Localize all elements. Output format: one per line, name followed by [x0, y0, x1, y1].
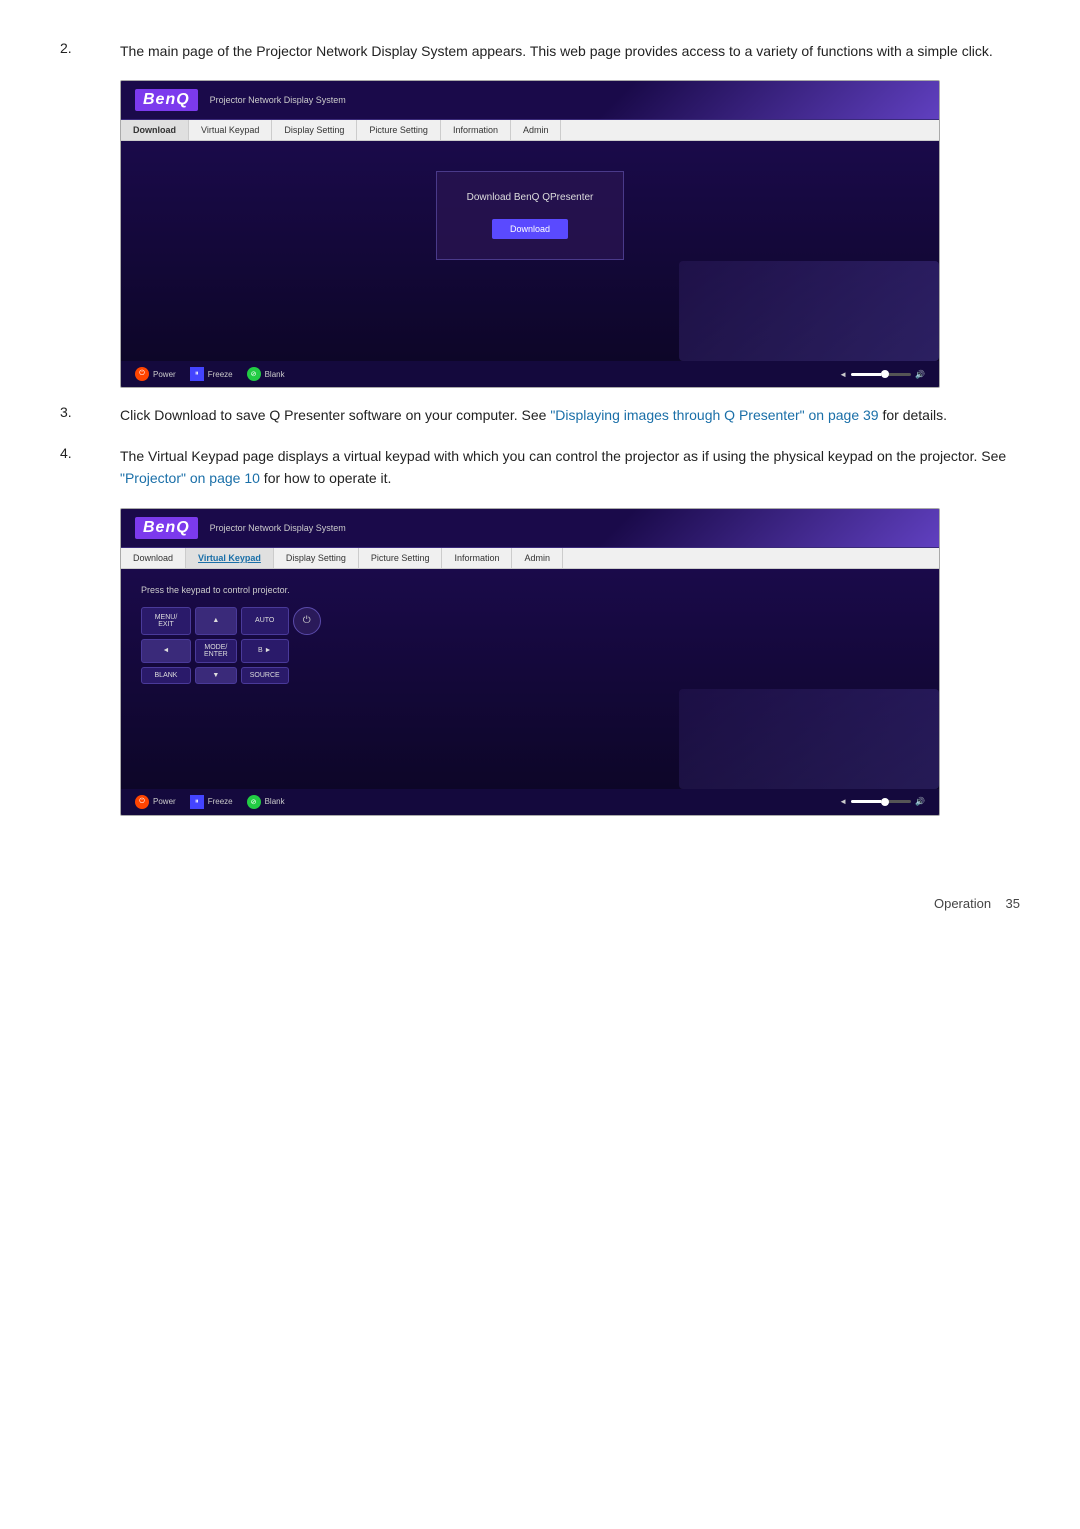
blank-btn-1[interactable]: ⊘ Blank [247, 367, 285, 381]
step-text-4: The Virtual Keypad page displays a virtu… [120, 445, 1020, 490]
content-area: 2. The main page of the Projector Networ… [60, 40, 1020, 911]
benq-footer-2: ⏻ Power ⏸ Freeze ⊘ Blank ◄ 🔊 [121, 789, 939, 815]
freeze-label-2: Freeze [208, 797, 233, 806]
benq-subtitle-2: Projector Network Display System [210, 523, 346, 533]
benq-header-1: BenQ Projector Network Display System [121, 81, 939, 120]
nav-virtual-keypad-1[interactable]: Virtual Keypad [189, 120, 272, 140]
nav-picture-setting-2[interactable]: Picture Setting [359, 548, 443, 568]
freeze-btn-2[interactable]: ⏸ Freeze [190, 795, 233, 809]
dark-bg-1: Download BenQ QPresenter Download [121, 141, 939, 361]
power-label-1: Power [153, 370, 176, 379]
kp-menu-exit[interactable]: MENU/EXIT [141, 607, 191, 635]
step-4-text: The Virtual Keypad page displays a virtu… [120, 448, 1006, 464]
power-btn-2[interactable]: ⏻ Power [135, 795, 176, 809]
blank-icon-2: ⊘ [247, 795, 261, 809]
kp-empty-1 [293, 639, 321, 663]
step-4-after: for how to operate it. [260, 470, 392, 486]
dark-overlay-2 [679, 689, 939, 789]
download-button[interactable]: Download [492, 219, 568, 239]
power-btn-1[interactable]: ⏻ Power [135, 367, 176, 381]
step-3-after: for details. [879, 407, 947, 423]
volume-control-1: ◄ 🔊 [839, 370, 925, 379]
volume-slider-2[interactable] [851, 800, 911, 803]
benq-header-2: BenQ Projector Network Display System [121, 509, 939, 548]
volume-control-2: ◄ 🔊 [839, 797, 925, 806]
step-text-3: Click Download to save Q Presenter softw… [120, 404, 1020, 426]
step-4-link[interactable]: "Projector" on page 10 [120, 470, 260, 486]
kp-power[interactable]: ⏻ [293, 607, 321, 635]
page-footer: Operation 35 [60, 896, 1020, 911]
kp-auto[interactable]: AUTO [241, 607, 289, 635]
kp-down[interactable]: ▼ [195, 667, 237, 684]
step-3-link[interactable]: "Displaying images through Q Presenter" … [550, 407, 878, 423]
volume-speaker-icon-1: 🔊 [915, 370, 925, 379]
volume-dot-2 [881, 798, 889, 806]
screenshot-2: BenQ Projector Network Display System Do… [120, 508, 940, 816]
benq-footer-1: ⏻ Power ⏸ Freeze ⊘ Blank ◄ 🔊 [121, 361, 939, 387]
keypad-label: Press the keypad to control projector. [141, 585, 919, 595]
kp-empty-2 [293, 667, 321, 684]
dark-overlay [679, 261, 939, 361]
page-footer-text: Operation [934, 896, 991, 911]
keypad-area: Press the keypad to control projector. M… [121, 569, 939, 700]
kp-mode-enter[interactable]: MODE/ENTER [195, 639, 237, 663]
kp-left[interactable]: ◄ [141, 639, 191, 663]
download-card-title: Download BenQ QPresenter [467, 192, 594, 203]
nav-display-setting-1[interactable]: Display Setting [272, 120, 357, 140]
kp-blank[interactable]: BLANK [141, 667, 191, 684]
nav-picture-setting-1[interactable]: Picture Setting [357, 120, 441, 140]
dark-bg-2: Press the keypad to control projector. M… [121, 569, 939, 789]
step-2: 2. The main page of the Projector Networ… [60, 40, 1020, 62]
step-3: 3. Click Download to save Q Presenter so… [60, 404, 1020, 426]
benq-logo-2: BenQ [135, 517, 198, 539]
nav-virtual-keypad-2[interactable]: Virtual Keypad [186, 548, 274, 568]
blank-label-1: Blank [265, 370, 285, 379]
benq-nav-1: Download Virtual Keypad Display Setting … [121, 120, 939, 141]
volume-slider-1[interactable] [851, 373, 911, 376]
blank-label-2: Blank [265, 797, 285, 806]
nav-display-setting-2[interactable]: Display Setting [274, 548, 359, 568]
step-num-2: 2. [60, 40, 120, 56]
benq-logo-1: BenQ [135, 89, 198, 111]
step-num-3: 3. [60, 404, 120, 420]
screenshot-1: BenQ Projector Network Display System Do… [120, 80, 940, 388]
freeze-icon-2: ⏸ [190, 795, 204, 809]
step-4: 4. The Virtual Keypad page displays a vi… [60, 445, 1020, 490]
volume-icon-1: ◄ [839, 370, 847, 379]
volume-icon-2: ◄ [839, 797, 847, 806]
volume-speaker-icon-2: 🔊 [915, 797, 925, 806]
step-3-before: Click Download to save Q Presenter softw… [120, 407, 550, 423]
nav-information-2[interactable]: Information [442, 548, 512, 568]
nav-download-2[interactable]: Download [121, 548, 186, 568]
step-text-2: The main page of the Projector Network D… [120, 40, 1020, 62]
kp-b-right[interactable]: B ► [241, 639, 289, 663]
benq-ui-2: BenQ Projector Network Display System Do… [121, 509, 939, 815]
nav-download-1[interactable]: Download [121, 120, 189, 140]
step-num-4: 4. [60, 445, 120, 461]
kp-up[interactable]: ▲ [195, 607, 237, 635]
freeze-btn-1[interactable]: ⏸ Freeze [190, 367, 233, 381]
nav-admin-2[interactable]: Admin [512, 548, 563, 568]
blank-icon-1: ⊘ [247, 367, 261, 381]
freeze-icon-1: ⏸ [190, 367, 204, 381]
download-card: Download BenQ QPresenter Download [436, 171, 625, 260]
benq-ui-1: BenQ Projector Network Display System Do… [121, 81, 939, 387]
benq-nav-2: Download Virtual Keypad Display Setting … [121, 548, 939, 569]
nav-admin-1[interactable]: Admin [511, 120, 562, 140]
page-footer-num: 35 [1006, 896, 1020, 911]
nav-information-1[interactable]: Information [441, 120, 511, 140]
keypad-grid: MENU/EXIT ▲ AUTO ⏻ ◄ MODE/ENTER B ► BLAN… [141, 607, 321, 684]
benq-subtitle-1: Projector Network Display System [210, 95, 346, 105]
blank-btn-2[interactable]: ⊘ Blank [247, 795, 285, 809]
power-label-2: Power [153, 797, 176, 806]
power-icon-2: ⏻ [135, 795, 149, 809]
kp-source[interactable]: SOURCE [241, 667, 289, 684]
freeze-label-1: Freeze [208, 370, 233, 379]
volume-dot-1 [881, 370, 889, 378]
power-icon-1: ⏻ [135, 367, 149, 381]
